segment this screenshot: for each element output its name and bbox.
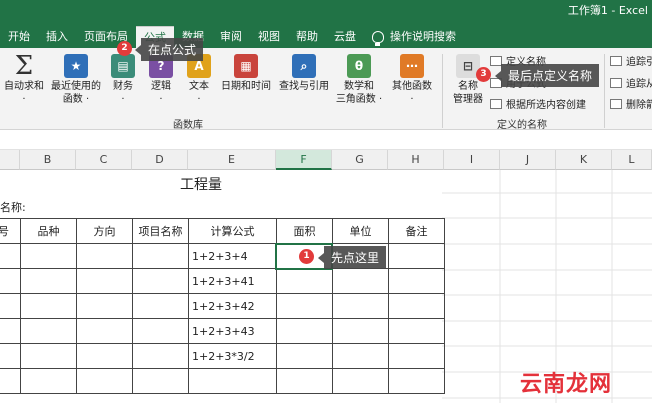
window-title: 工作簿1 - Excel (567, 4, 648, 17)
table-row: 1+2+3*3/2 (0, 343, 445, 369)
magnifier-icon: ⌕ (292, 54, 316, 78)
header-cell[interactable]: 计算公式 (188, 218, 277, 244)
formula-cell[interactable]: 1+2+3*3/2 (188, 343, 277, 369)
formula-cell[interactable]: 1+2+3+41 (188, 268, 277, 294)
header-cell[interactable]: 面积 (276, 218, 333, 244)
remove-arrows-icon (610, 98, 622, 109)
trace-arrow-icon (610, 77, 622, 88)
table-row: 1+2+3+42 (0, 293, 445, 319)
header-cell[interactable]: 项目名称 (132, 218, 189, 244)
quantity-table: 号 品种 方向 项目名称 计算公式 面积 单位 备注 1+2+3+4 1+2+3… (0, 218, 445, 394)
formula-bar-area (0, 130, 652, 150)
more-functions-icon: ⋯ (400, 54, 424, 78)
trace-dependents-button[interactable]: 追踪从 (610, 75, 652, 90)
step-badge-1: 1 (299, 249, 314, 264)
header-cell[interactable]: 品种 (20, 218, 77, 244)
formula-cell[interactable]: 1+2+3+43 (188, 318, 277, 344)
site-watermark: 云南龙网 (520, 372, 613, 397)
text-button[interactable]: A 文本 · (182, 54, 216, 106)
ribbon-tabs: 开始 插入 页面布局 公式 数据 审阅 视图 帮助 云盘 操作说明搜索 (0, 26, 464, 48)
trace-precedents-button[interactable]: 追踪引 (610, 53, 652, 68)
column-header-a[interactable] (0, 150, 20, 170)
ribbon-formulas: Σ 自动求和 · ★ 最近使用的 函数 · ▤ 财务 · ? 逻辑 · A 文本… (0, 48, 652, 131)
formula-cell[interactable]: 1+2+3+42 (188, 293, 277, 319)
step-badge-2: 2 (117, 41, 132, 56)
table-row (0, 368, 445, 394)
formula-cell[interactable]: 1+2+3+4 (188, 243, 277, 269)
tab-review[interactable]: 审阅 (212, 26, 250, 48)
column-header[interactable]: I (444, 150, 500, 170)
autosum-button[interactable]: Σ 自动求和 · (2, 50, 46, 106)
more-functions-button[interactable]: ⋯ 其他函数 · (388, 54, 436, 106)
tab-view[interactable]: 视图 (250, 26, 288, 48)
column-header[interactable]: K (556, 150, 612, 170)
sigma-icon: Σ (14, 50, 34, 81)
column-header[interactable]: G (332, 150, 388, 170)
group-function-library: 函数库 (173, 120, 203, 131)
sheet-title: 工程量 (180, 177, 222, 193)
step-tip-1: 先点这里 (317, 246, 387, 269)
math-trig-button[interactable]: θ 数学和 三角函数 · (334, 54, 384, 106)
column-header[interactable]: E (188, 150, 276, 170)
tab-home[interactable]: 开始 (0, 26, 38, 48)
table-header-row: 号 品种 方向 项目名称 计算公式 面积 单位 备注 (0, 218, 445, 244)
lookup-reference-button[interactable]: ⌕ 查找与引用 (276, 54, 332, 93)
table-row: 1+2+3+41 (0, 268, 445, 294)
title-bar: 工作簿1 - Excel 开始 插入 页面布局 公式 数据 审阅 视图 帮助 云… (0, 0, 652, 48)
lightbulb-icon (372, 31, 384, 46)
header-cell[interactable]: 单位 (332, 218, 389, 244)
column-header-selected[interactable]: F (276, 150, 332, 170)
date-time-button[interactable]: ▦ 日期和时间 (218, 54, 274, 93)
project-name-label: 名称: (0, 201, 26, 214)
tell-me-label: 操作说明搜索 (390, 30, 456, 43)
tab-help[interactable]: 帮助 (288, 26, 326, 48)
header-cell[interactable]: 号 (0, 218, 21, 244)
star-icon: ★ (64, 54, 88, 78)
calendar-icon: ▦ (234, 54, 258, 78)
tab-insert[interactable]: 插入 (38, 26, 76, 48)
logical-button[interactable]: ? 逻辑 · (144, 54, 178, 106)
financial-button[interactable]: ▤ 财务 · (106, 54, 140, 106)
column-header[interactable]: H (388, 150, 444, 170)
header-cell[interactable]: 方向 (76, 218, 133, 244)
remove-arrows-button[interactable]: 删除箭 (610, 96, 652, 111)
tab-cloud[interactable]: 云盘 (326, 26, 364, 48)
column-header[interactable]: D (132, 150, 188, 170)
column-header[interactable]: C (76, 150, 132, 170)
tell-me-search[interactable]: 操作说明搜索 (364, 26, 464, 48)
trace-arrow-icon (610, 55, 622, 66)
table-row: 1+2+3+43 (0, 318, 445, 344)
column-header[interactable]: J (500, 150, 556, 170)
column-header[interactable]: L (612, 150, 652, 170)
step-tip-2: 在点公式 (134, 38, 204, 61)
financial-icon: ▤ (111, 54, 135, 78)
group-separator (442, 54, 443, 128)
column-header[interactable]: B (20, 150, 76, 170)
formula-cell[interactable] (188, 368, 277, 394)
theta-icon: θ (347, 54, 371, 78)
step-tip-3: 最后点定义名称 (494, 64, 600, 87)
group-separator (604, 54, 605, 128)
recent-functions-button[interactable]: ★ 最近使用的 函数 · (48, 54, 104, 106)
excel-window: 工作簿1 - Excel 开始 插入 页面布局 公式 数据 审阅 视图 帮助 云… (0, 0, 652, 403)
step-badge-3: 3 (476, 67, 491, 82)
group-defined-names: 定义的名称 (497, 120, 547, 131)
header-cell[interactable]: 备注 (388, 218, 445, 244)
create-from-selection-button[interactable]: 根据所选内容创建 (490, 96, 586, 111)
selection-icon (490, 98, 502, 109)
